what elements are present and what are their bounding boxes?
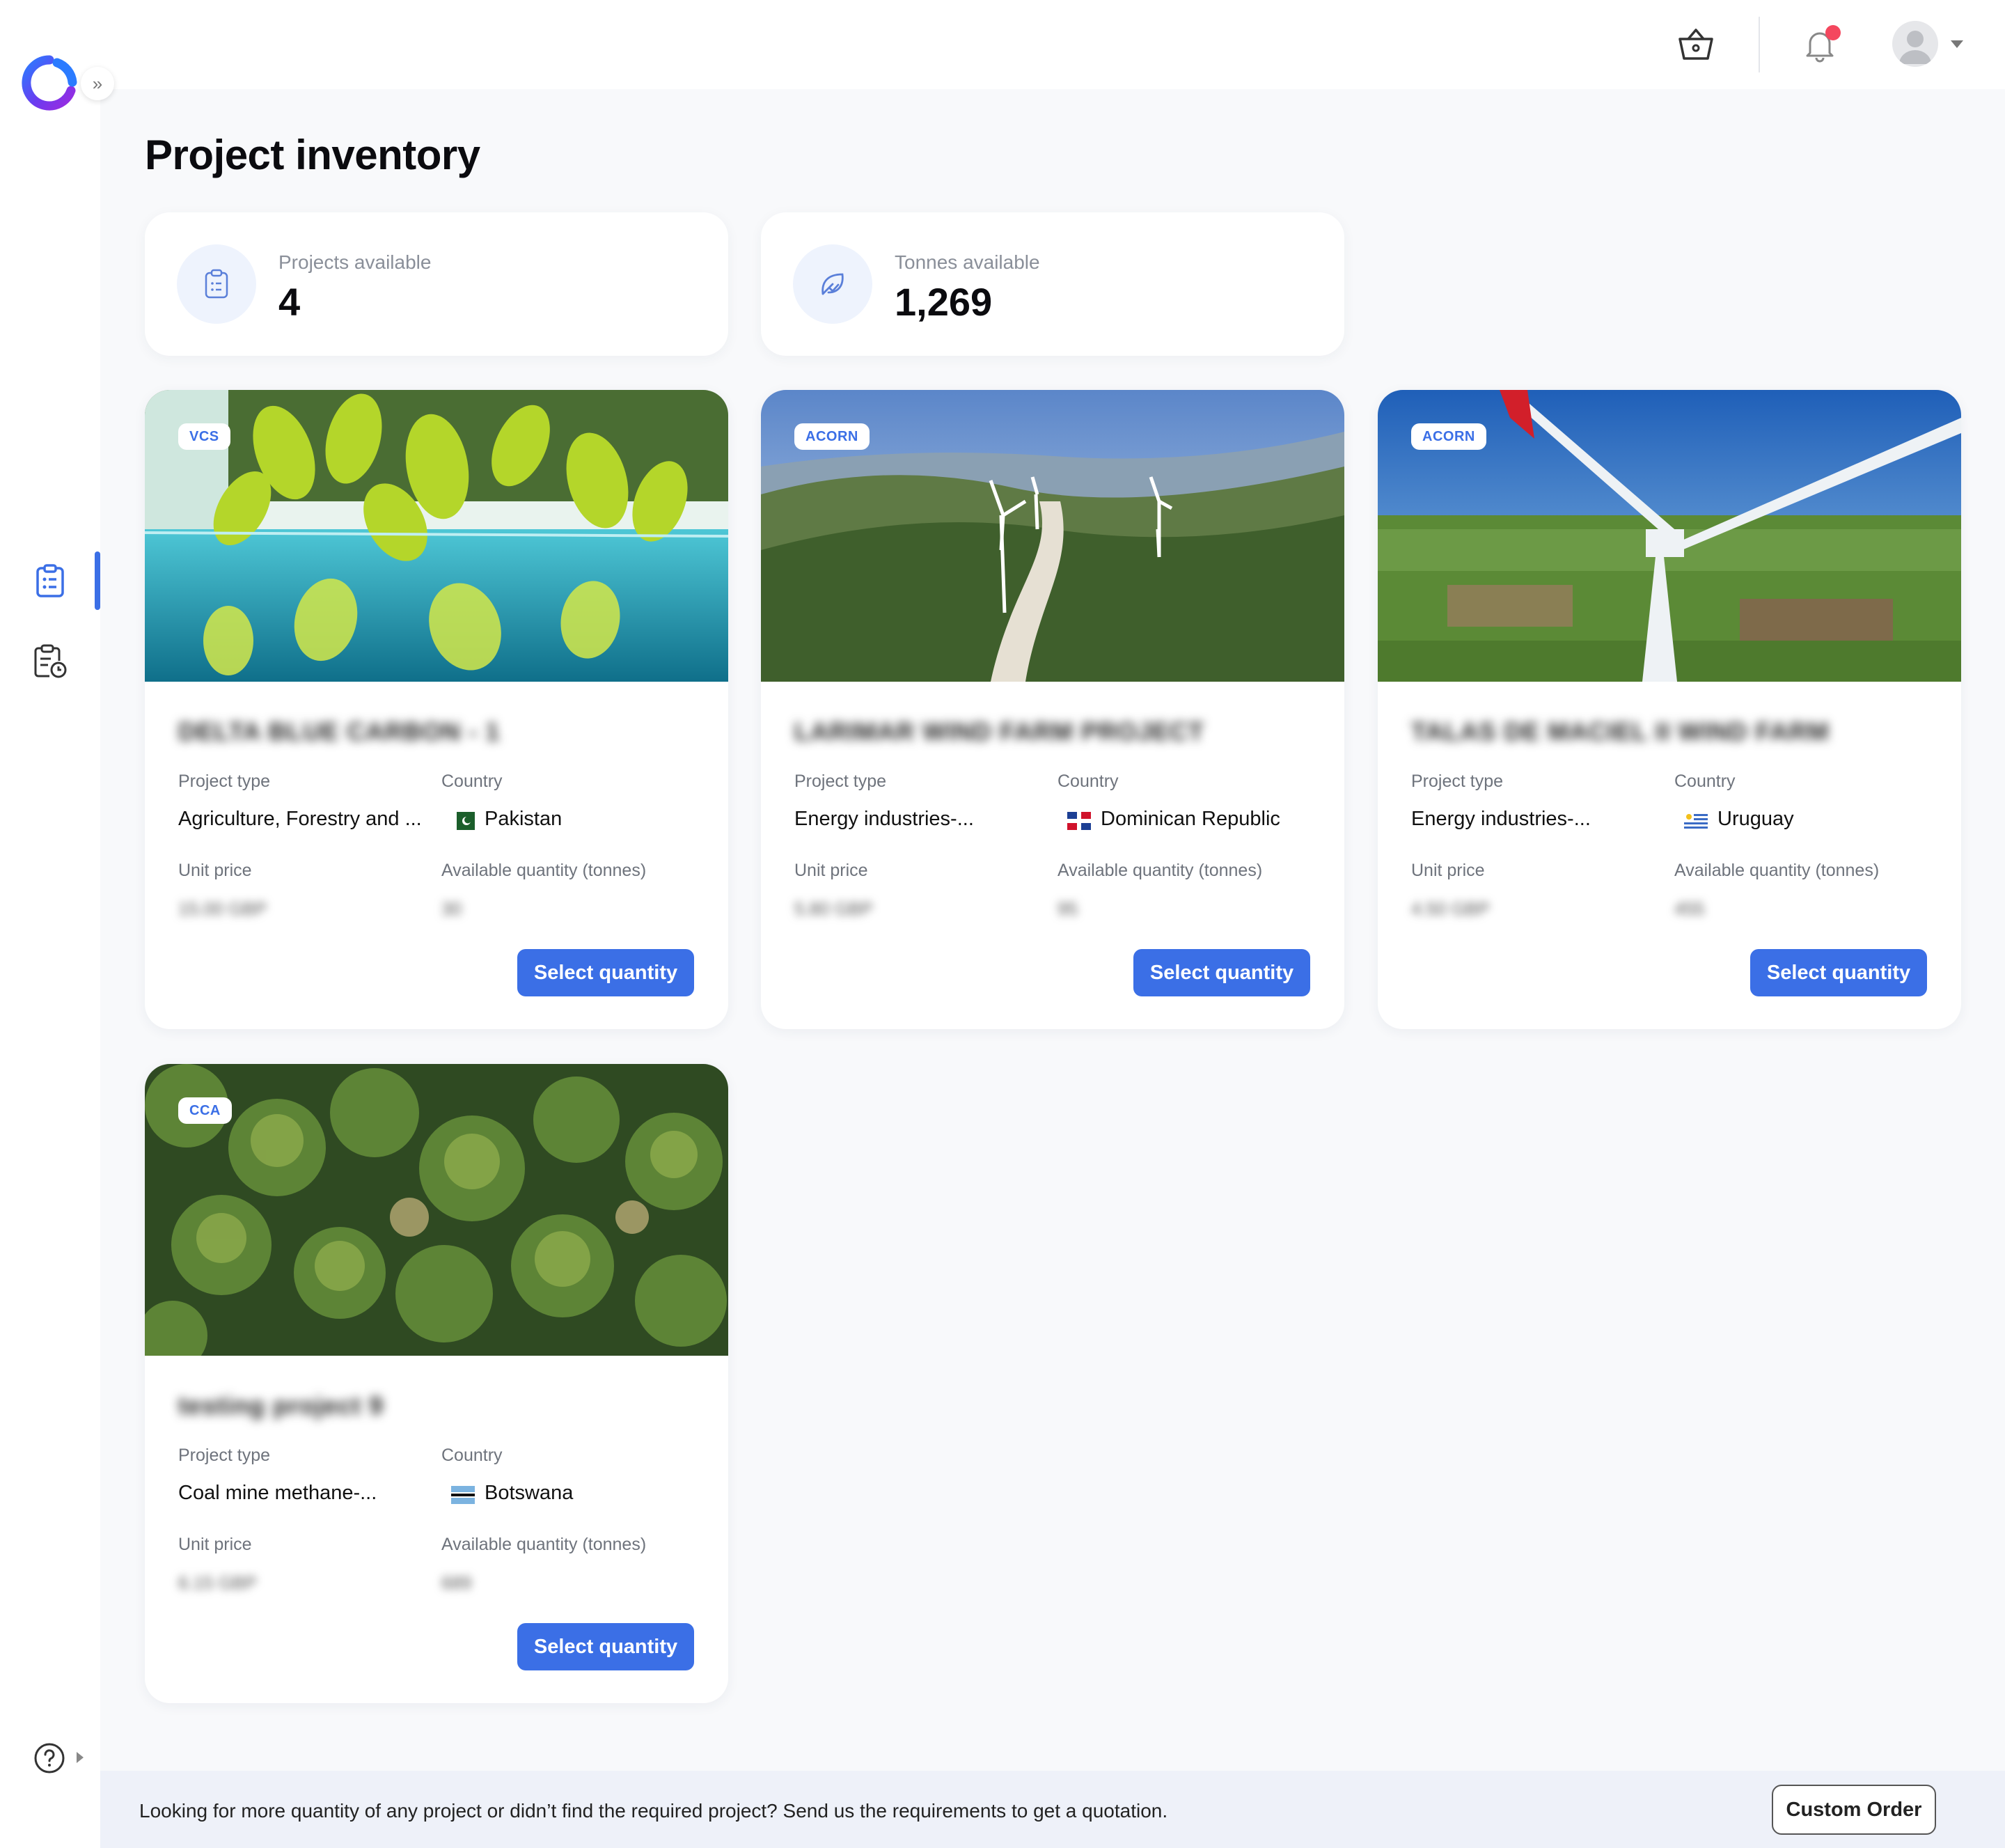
certification-badge: VCS <box>178 423 230 450</box>
stat-card-tonnes: Tonnes available 1,269 <box>761 212 1344 356</box>
project-card: ACORN TALAS DE MACIEL II WIND FARM Proje… <box>1378 390 1961 1029</box>
clipboard-icon <box>177 244 256 324</box>
avatar-icon <box>1899 31 1931 64</box>
pakistan-flag-icon <box>451 812 475 830</box>
orders-icon <box>34 644 67 678</box>
active-nav-indicator <box>95 551 100 610</box>
available-quantity-value: 95 <box>1057 898 1078 919</box>
unit-price-label: Unit price <box>178 1535 252 1554</box>
select-quantity-button[interactable]: Select quantity <box>1750 949 1927 996</box>
botswana-flag-icon <box>451 1486 475 1504</box>
project-image-mangrove <box>145 390 728 682</box>
sidebar: » <box>0 0 114 1848</box>
project-name[interactable]: TALAS DE MACIEL II WIND FARM <box>1411 717 1830 746</box>
uruguay-flag-icon <box>1684 812 1708 830</box>
avatar[interactable] <box>1892 21 1938 67</box>
unit-price-label: Unit price <box>1411 861 1485 880</box>
certification-badge: ACORN <box>1411 423 1486 450</box>
account-menu-caret-icon[interactable] <box>1951 40 1963 48</box>
project-type-label: Project type <box>794 772 887 791</box>
unit-price-value: 5.80 GBP <box>794 898 873 919</box>
banner-text: Looking for more quantity of any project… <box>139 1800 1168 1822</box>
unit-price-label: Unit price <box>178 861 252 880</box>
project-card: ACORN LARIMAR WIND FARM PROJECT Project … <box>761 390 1344 1029</box>
unit-price-label: Unit price <box>794 861 868 880</box>
nav-item-inventory[interactable] <box>28 558 72 603</box>
country-value: Botswana <box>485 1482 574 1504</box>
select-quantity-button[interactable]: Select quantity <box>517 949 694 996</box>
certification-badge: CCA <box>178 1097 232 1124</box>
available-quantity-label: Available quantity (tonnes) <box>441 861 647 880</box>
stat-value: 4 <box>278 280 301 324</box>
project-card: VCS DELTA BLUE CARBON - 1 Project type C… <box>145 390 728 1029</box>
available-quantity-value: 689 <box>441 1572 472 1593</box>
stat-value: 1,269 <box>895 280 993 324</box>
certification-badge: ACORN <box>794 423 870 450</box>
project-image-forest <box>145 1064 728 1356</box>
notification-dot <box>1825 25 1841 40</box>
project-card: CCA testing project 9 Project type Count… <box>145 1064 728 1703</box>
stat-label: Projects available <box>278 251 432 273</box>
help-expand-caret-icon[interactable] <box>77 1752 84 1763</box>
unit-price-value: 15.00 GBP <box>178 898 267 919</box>
country-value: Dominican Republic <box>1101 808 1280 830</box>
stat-card-projects: Projects available 4 <box>145 212 728 356</box>
project-type-label: Project type <box>1411 772 1504 791</box>
country-label: Country <box>1674 772 1736 791</box>
country-value: Pakistan <box>485 808 563 830</box>
project-type-label: Project type <box>178 1446 271 1465</box>
available-quantity-label: Available quantity (tonnes) <box>1057 861 1263 880</box>
page-title: Project inventory <box>145 132 480 178</box>
project-type-value: Energy industries-... <box>1411 808 1591 830</box>
unit-price-value: 6.15 GBP <box>178 1572 257 1593</box>
select-quantity-button[interactable]: Select quantity <box>1133 949 1310 996</box>
available-quantity-value: 455 <box>1674 898 1705 919</box>
select-quantity-button[interactable]: Select quantity <box>517 1623 694 1670</box>
project-type-value: Energy industries-... <box>794 808 974 830</box>
country-label: Country <box>441 1446 503 1465</box>
country-value: Uruguay <box>1717 808 1794 830</box>
dominican-republic-flag-icon <box>1067 812 1091 830</box>
project-type-value: Coal mine methane-... <box>178 1482 377 1504</box>
stat-label: Tonnes available <box>895 251 1040 273</box>
available-quantity-label: Available quantity (tonnes) <box>441 1535 647 1554</box>
country-label: Country <box>441 772 503 791</box>
available-quantity-value: 30 <box>441 898 462 919</box>
chevrons-right-icon: » <box>92 72 103 94</box>
top-bar <box>100 0 2005 89</box>
inventory-icon <box>36 564 64 597</box>
country-label: Country <box>1057 772 1119 791</box>
topbar-divider <box>1759 17 1760 72</box>
custom-order-button[interactable]: Custom Order <box>1772 1785 1936 1835</box>
logo-icon[interactable] <box>21 54 78 111</box>
unit-price-value: 4.50 GBP <box>1411 898 1490 919</box>
expand-sidebar-button[interactable]: » <box>81 67 114 100</box>
basket-icon[interactable] <box>1676 25 1715 64</box>
project-name[interactable]: DELTA BLUE CARBON - 1 <box>178 717 500 746</box>
nav-item-orders[interactable] <box>28 639 72 684</box>
help-icon[interactable] <box>33 1742 65 1774</box>
leaf-icon <box>793 244 872 324</box>
project-type-label: Project type <box>178 772 271 791</box>
project-type-value: Agriculture, Forestry and ... <box>178 808 422 830</box>
project-name[interactable]: testing project 9 <box>178 1391 384 1420</box>
available-quantity-label: Available quantity (tonnes) <box>1674 861 1880 880</box>
project-name[interactable]: LARIMAR WIND FARM PROJECT <box>794 717 1204 746</box>
custom-order-banner: Looking for more quantity of any project… <box>100 1771 2005 1848</box>
